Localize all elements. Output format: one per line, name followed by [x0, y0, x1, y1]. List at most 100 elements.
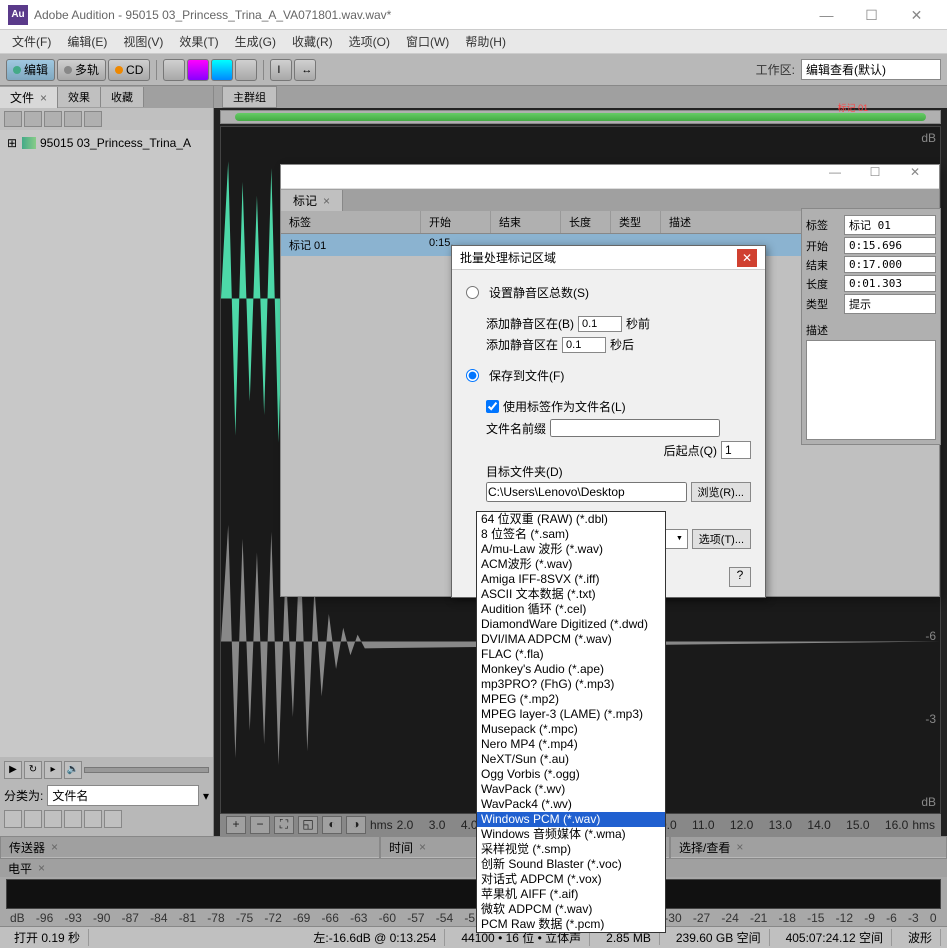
format-option[interactable]: PCM Raw 数据 (*.pcm) [477, 917, 665, 932]
spectral-icon[interactable] [163, 59, 185, 81]
zoom-sel-icon[interactable]: ◱ [298, 816, 318, 834]
menu-view[interactable]: 视图(V) [117, 31, 169, 52]
format-option[interactable]: Windows 音频媒体 (*.wma) [477, 827, 665, 842]
prop-type-value[interactable]: 提示 [844, 294, 936, 314]
move-tool-icon[interactable]: ↔ [294, 59, 316, 81]
format-option[interactable]: 对话式 ADPCM (*.vox) [477, 872, 665, 887]
panel-close-icon[interactable]: ✕ [895, 165, 935, 188]
format-option[interactable]: DVI/IMA ADPCM (*.wav) [477, 632, 665, 647]
effects-tab[interactable]: 效果 [58, 87, 101, 107]
target-folder-input[interactable] [486, 482, 687, 502]
timeline-overview[interactable]: 标记 01 [220, 110, 941, 124]
add-before-input[interactable] [578, 316, 622, 332]
col-type[interactable]: 类型 [611, 211, 661, 233]
maximize-button[interactable]: ☐ [849, 1, 894, 29]
lb-icon-2[interactable] [24, 810, 42, 828]
close-icon[interactable]: × [323, 194, 330, 208]
format-option[interactable]: 64 位双重 (RAW) (*.dbl) [477, 512, 665, 527]
format-option[interactable]: 微软 ADPCM (*.wav) [477, 902, 665, 917]
loop-small-icon[interactable]: ↻ [24, 761, 42, 779]
format-option[interactable]: Musepack (*.mpc) [477, 722, 665, 737]
play-small-icon[interactable]: ▶ [4, 761, 22, 779]
menu-file[interactable]: 文件(F) [6, 31, 57, 52]
sort-select[interactable]: 文件名 [47, 785, 199, 806]
prop-length-value[interactable]: 0:01.303 [844, 275, 936, 292]
zoom-in-left-icon[interactable]: ◐ [322, 816, 342, 834]
close-icon[interactable]: × [51, 840, 58, 854]
format-option[interactable]: ASCII 文本数据 (*.txt) [477, 587, 665, 602]
lb-icon-6[interactable] [104, 810, 122, 828]
options-button[interactable]: 选项(T)... [692, 529, 751, 549]
panel-minimize-icon[interactable]: — [815, 165, 855, 188]
lb-icon-3[interactable] [44, 810, 62, 828]
format-option[interactable]: 创新 Sound Blaster (*.voc) [477, 857, 665, 872]
format-dropdown-list[interactable]: 64 位双重 (RAW) (*.dbl)8 位签名 (*.sam)A/mu-La… [476, 511, 666, 933]
insert-icon[interactable] [44, 111, 62, 127]
minimize-button[interactable]: — [804, 1, 849, 29]
autoplay-small-icon[interactable]: ▸ [44, 761, 62, 779]
import-icon[interactable] [4, 111, 22, 127]
spectral3-icon[interactable] [211, 59, 233, 81]
close-button[interactable]: ✕ [894, 1, 939, 29]
close-icon[interactable]: × [38, 861, 45, 875]
suffix-input[interactable] [721, 441, 751, 459]
menu-favorites[interactable]: 收藏(R) [286, 31, 339, 52]
format-option[interactable]: MPEG layer-3 (LAME) (*.mp3) [477, 707, 665, 722]
format-option[interactable]: 苹果机 AIFF (*.aif) [477, 887, 665, 902]
radio-save-file[interactable] [466, 369, 479, 382]
format-option[interactable]: A/mu-Law 波形 (*.wav) [477, 542, 665, 557]
edit-mode-button[interactable]: 编辑 [6, 59, 55, 81]
close-file-icon[interactable] [24, 111, 42, 127]
close-icon[interactable]: × [736, 840, 743, 854]
format-option[interactable]: Nero MP4 (*.mp4) [477, 737, 665, 752]
col-label[interactable]: 标签 [281, 211, 421, 233]
cd-button[interactable]: CD [108, 59, 150, 81]
lb-icon-4[interactable] [64, 810, 82, 828]
format-option[interactable]: DiamondWare Digitized (*.dwd) [477, 617, 665, 632]
col-length[interactable]: 长度 [561, 211, 611, 233]
dialog-close-button[interactable]: ✕ [737, 249, 757, 267]
format-option[interactable]: WavPack4 (*.wv) [477, 797, 665, 812]
menu-effects[interactable]: 效果(T) [173, 31, 224, 52]
format-option[interactable]: Monkey's Audio (*.ape) [477, 662, 665, 677]
help-button[interactable]: ? [729, 567, 751, 587]
format-option[interactable]: Ogg Vorbis (*.ogg) [477, 767, 665, 782]
format-option[interactable]: FLAC (*.fla) [477, 647, 665, 662]
format-option[interactable]: NeXT/Sun (*.au) [477, 752, 665, 767]
mastergroup-tab[interactable]: 主群组 [222, 86, 277, 108]
format-option[interactable]: 采样视觉 (*.smp) [477, 842, 665, 857]
use-label-checkbox[interactable] [486, 400, 499, 413]
format-option[interactable]: Amiga IFF-8SVX (*.iff) [477, 572, 665, 587]
format-option[interactable]: 8 位签名 (*.sam) [477, 527, 665, 542]
cursor-tool-icon[interactable]: I [270, 59, 292, 81]
format-option[interactable]: ACM波形 (*.wav) [477, 557, 665, 572]
menu-help[interactable]: 帮助(H) [459, 31, 512, 52]
spectral2-icon[interactable] [187, 59, 209, 81]
panel-maximize-icon[interactable]: ☐ [855, 165, 895, 188]
prefix-input[interactable] [550, 419, 720, 437]
marker-tab[interactable]: 标记× [281, 190, 343, 211]
lb-icon-5[interactable] [84, 810, 102, 828]
browse-button[interactable]: 浏览(R)... [691, 482, 751, 502]
prop-desc-box[interactable] [806, 340, 936, 440]
menu-window[interactable]: 窗口(W) [400, 31, 455, 52]
file-item[interactable]: ⊞ 95015 03_Princess_Trina_A [4, 134, 209, 152]
radio-set-silence[interactable] [466, 286, 479, 299]
close-icon[interactable]: × [40, 91, 47, 105]
format-option[interactable]: Windows PCM (*.wav) [477, 812, 665, 827]
spectral4-icon[interactable] [235, 59, 257, 81]
zoom-out-icon[interactable]: − [250, 816, 270, 834]
zoom-full-icon[interactable]: ⛶ [274, 816, 294, 834]
menu-edit[interactable]: 编辑(E) [61, 31, 113, 52]
format-option[interactable]: mp3PRO? (FhG) (*.mp3) [477, 677, 665, 692]
col-start[interactable]: 开始 [421, 211, 491, 233]
sort-opt-icon[interactable]: ▾ [203, 789, 209, 803]
workspace-select[interactable]: 编辑查看(默认) [801, 59, 941, 80]
prop-start-value[interactable]: 0:15.696 [844, 237, 936, 254]
add-after-input[interactable] [562, 337, 606, 353]
format-option[interactable]: Audition 循环 (*.cel) [477, 602, 665, 617]
menu-generate[interactable]: 生成(G) [229, 31, 282, 52]
lb-icon-1[interactable] [4, 810, 22, 828]
expand-icon[interactable]: ⊞ [6, 136, 18, 150]
zoom-in-icon[interactable]: + [226, 816, 246, 834]
